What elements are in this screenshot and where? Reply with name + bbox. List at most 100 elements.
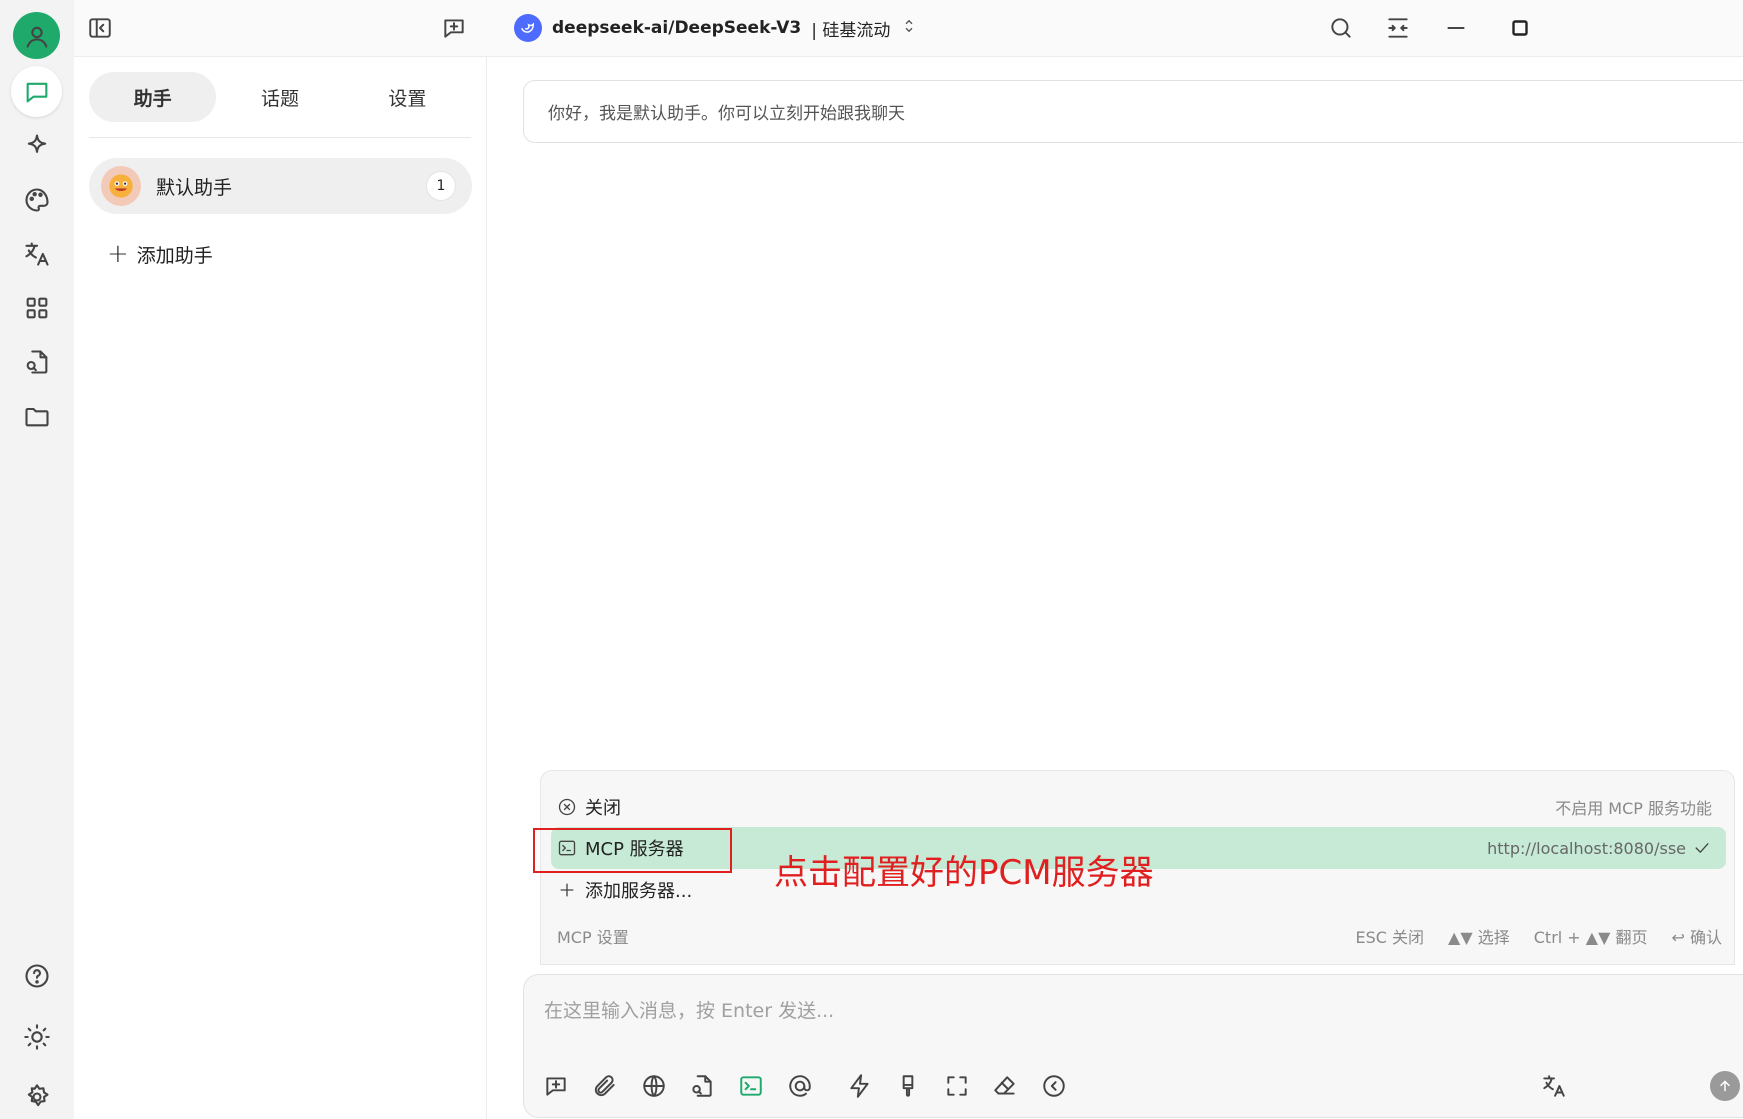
file-search-icon: [26, 349, 47, 374]
knowledge-base-button[interactable]: [684, 1068, 720, 1104]
assistant-topic-count: 1: [426, 171, 456, 201]
settings-button[interactable]: [11, 1071, 62, 1119]
hint-confirm: ↩ 确认: [1671, 928, 1723, 947]
minimize-button[interactable]: [1440, 12, 1472, 44]
help-button[interactable]: [11, 950, 62, 1001]
assistant-name: 默认助手: [156, 176, 233, 199]
globe-icon: [643, 1075, 665, 1097]
collapse-toolbar-button[interactable]: [1036, 1068, 1072, 1104]
mcp-popup-footer: MCP 设置 ESC 关闭 ▲▼ 选择 Ctrl + ▲▼ 翻页 ↩ 确认: [557, 921, 1722, 951]
tab-assistants[interactable]: 助手: [89, 72, 217, 122]
assistant-emoji-icon: [101, 166, 141, 206]
mcp-server-url: http://localhost:8080/sse: [1487, 838, 1712, 858]
expand-input-button[interactable]: [939, 1068, 975, 1104]
add-assistant-label: 添加助手: [136, 244, 213, 267]
theme-toggle-button[interactable]: [11, 1011, 62, 1062]
message-input-box: [523, 974, 1743, 1118]
attach-button[interactable]: [587, 1068, 623, 1104]
folder-icon: [24, 407, 49, 426]
mcp-server-button[interactable]: [733, 1068, 769, 1104]
chat-area: 你好，我是默认助手。你可以立刻开始跟我聊天 关闭 不启用 MCP 服务功能 MC…: [487, 57, 1743, 1119]
chat-bubble-icon: [26, 82, 47, 102]
clear-messages-button[interactable]: [987, 1068, 1023, 1104]
toggle-sidebar-button[interactable]: [84, 12, 116, 44]
new-chat-icon: [444, 19, 464, 38]
palette-icon: [25, 187, 49, 212]
eraser-icon: [994, 1076, 1015, 1095]
fullscreen-icon: [947, 1076, 967, 1096]
files-nav-button[interactable]: [11, 390, 62, 441]
model-provider: | 硅基流动: [811, 20, 891, 41]
annotation-highlight-box: [533, 828, 732, 873]
message-input[interactable]: [544, 991, 1644, 1031]
user-avatar[interactable]: [13, 12, 60, 59]
hint-page: Ctrl + ▲▼ 翻页: [1533, 928, 1648, 947]
mcp-settings-link[interactable]: MCP 设置: [557, 924, 629, 948]
plus-icon: [560, 883, 574, 897]
check-icon: [1695, 843, 1709, 853]
new-topic-button[interactable]: [438, 12, 470, 44]
paint-nav-button[interactable]: [11, 174, 62, 225]
maximize-button[interactable]: [1504, 12, 1536, 44]
theme-toggle-icon: [23, 1023, 50, 1050]
send-button[interactable]: [1710, 1071, 1740, 1101]
title-bar: deepseek-ai/DeepSeek-V3 | 硅基流动: [74, 0, 1743, 57]
tabs-divider: [89, 137, 471, 138]
apps-nav-button[interactable]: [11, 282, 62, 333]
plus-icon: +: [107, 239, 129, 269]
add-assistant-button[interactable]: + 添加助手: [107, 237, 213, 271]
chevron-up-down-icon: [900, 17, 918, 40]
keyboard-hints: ESC 关闭 ▲▼ 选择 Ctrl + ▲▼ 翻页 ↩ 确认: [1356, 924, 1722, 948]
help-icon: [24, 963, 49, 988]
search-icon: [1331, 18, 1351, 38]
new-topic-tool-button[interactable]: [538, 1068, 574, 1104]
at-sign-icon: [789, 1075, 811, 1097]
icon-rail: [0, 0, 74, 1119]
translate-icon: [1543, 1075, 1565, 1097]
translate-icon: [24, 241, 49, 266]
mcp-option-label: 关闭: [585, 798, 621, 819]
close-circle-icon: [558, 798, 576, 816]
arrow-up-icon: [1720, 1080, 1730, 1092]
sidebar-collapse-icon: [89, 18, 111, 38]
mcp-option-description: 不启用 MCP 服务功能: [1555, 799, 1712, 818]
assistants-panel: 助手 话题 设置 默认助手 1 + 添加助手: [74, 57, 487, 1119]
model-name: deepseek-ai/DeepSeek-V3: [552, 18, 802, 38]
apps-grid-icon: [26, 297, 47, 318]
tab-topics[interactable]: 话题: [216, 72, 343, 122]
paperclip-icon: [594, 1075, 615, 1097]
file-search-icon: [692, 1075, 712, 1097]
knowledge-nav-button[interactable]: [11, 336, 62, 387]
paint-brush-icon: [902, 1075, 914, 1097]
narrow-mode-icon: [1388, 18, 1408, 38]
panel-tabs: 助手 话题 设置: [89, 72, 471, 122]
chevron-left-circle-icon: [1043, 1075, 1065, 1097]
narrow-mode-button[interactable]: [1382, 12, 1414, 44]
welcome-message: 你好，我是默认助手。你可以立刻开始跟我聊天: [523, 80, 1743, 143]
translate-input-button[interactable]: [1536, 1068, 1572, 1104]
lightning-icon: [850, 1074, 869, 1098]
mcp-option-off[interactable]: 关闭 不启用 MCP 服务功能: [551, 786, 1726, 828]
settings-gear-icon: [27, 1083, 49, 1106]
chat-nav-button[interactable]: [11, 66, 62, 117]
new-chat-icon: [546, 1077, 566, 1096]
model-selector[interactable]: deepseek-ai/DeepSeek-V3 | 硅基流动: [514, 12, 918, 44]
agents-nav-button[interactable]: [11, 120, 62, 171]
translate-nav-button[interactable]: [11, 228, 62, 279]
assistant-item-default[interactable]: 默认助手 1: [89, 158, 472, 214]
sparkle-icon: [27, 133, 46, 153]
quick-phrases-button[interactable]: [842, 1068, 878, 1104]
clear-context-button[interactable]: [890, 1068, 926, 1104]
search-button[interactable]: [1325, 12, 1357, 44]
minimize-icon: [1447, 27, 1465, 29]
hint-esc: ESC 关闭: [1355, 928, 1425, 947]
terminal-icon: [740, 1076, 762, 1096]
mcp-server-url-text: http://localhost:8080/sse: [1487, 838, 1686, 858]
web-search-button[interactable]: [636, 1068, 672, 1104]
mention-model-button[interactable]: [782, 1068, 818, 1104]
annotation-text: 点击配置好的PCM服务器: [774, 853, 1154, 893]
maximize-icon: [1512, 20, 1528, 36]
deepseek-logo-icon: [514, 14, 542, 42]
tab-settings[interactable]: 设置: [344, 72, 471, 122]
mcp-option-label: 添加服务器...: [585, 881, 693, 902]
